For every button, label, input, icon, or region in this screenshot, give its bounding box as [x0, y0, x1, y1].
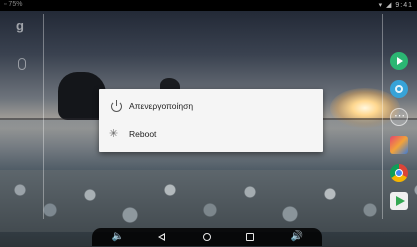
divider	[382, 14, 383, 219]
android-home-screen: ▫ 75% ▾ ◢ 9:41 g Απενεργοποίηση ✳ Reboot	[0, 0, 417, 247]
search-strip: g	[8, 18, 36, 218]
home-icon	[203, 233, 211, 241]
volume-up-icon[interactable]: 🔊	[289, 230, 305, 244]
reboot-icon: ✳	[109, 127, 119, 140]
power-icon	[109, 99, 123, 113]
app-drawer-icon[interactable]	[390, 108, 408, 126]
home-button[interactable]	[199, 230, 215, 244]
google-search-icon[interactable]: g	[16, 18, 24, 33]
wallpaper-beach	[0, 170, 417, 232]
navigation-bar: 🔈 🔊	[92, 228, 322, 246]
back-button[interactable]	[154, 230, 170, 244]
power-off-option[interactable]: Απενεργοποίηση	[99, 92, 323, 120]
play-store-icon[interactable]	[390, 192, 408, 210]
volume-down-icon[interactable]: 🔈	[110, 230, 126, 244]
status-bar[interactable]: ▫ 75% ▾ ◢ 9:41	[0, 0, 417, 11]
status-left-text: ▫ 75%	[4, 1, 23, 8]
status-right-text: ▾ ◢ 9:41	[378, 2, 413, 9]
gallery-icon[interactable]	[390, 136, 408, 154]
mic-icon[interactable]	[18, 58, 26, 70]
divider	[43, 14, 44, 219]
settings-icon[interactable]	[390, 80, 408, 98]
app-dock	[388, 52, 412, 222]
play-icon[interactable]	[390, 52, 408, 70]
chrome-icon[interactable]	[390, 164, 408, 182]
power-off-label: Απενεργοποίηση	[129, 101, 194, 111]
power-dialog: Απενεργοποίηση ✳ Reboot	[99, 89, 323, 152]
reboot-label: Reboot	[129, 129, 157, 139]
recents-icon	[246, 233, 254, 241]
back-icon	[158, 233, 165, 241]
reboot-option[interactable]: ✳ Reboot	[99, 120, 323, 148]
recents-button[interactable]	[242, 230, 258, 244]
